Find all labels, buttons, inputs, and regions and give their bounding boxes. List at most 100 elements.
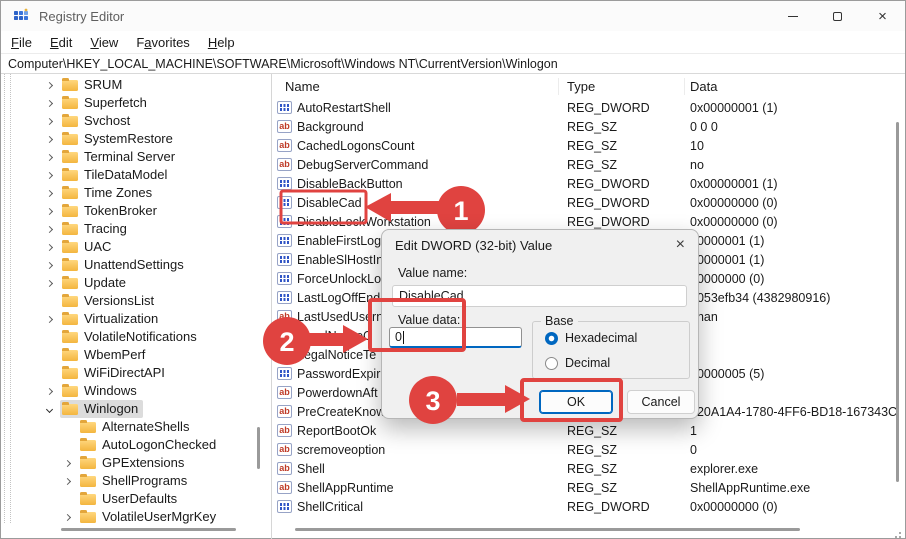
registry-tree-panel: SRUM Superfetch Svchost SystemRestore Te… [1,74,272,539]
menu-item[interactable]: Edit [41,33,81,52]
chevron-icon[interactable] [45,243,54,251]
reg-type-icon [277,367,292,380]
tree-item[interactable]: VolatileUserMgrKey [1,508,271,526]
tree-item[interactable]: UserDefaults [1,490,271,508]
tree-item[interactable]: AutoLogonChecked [1,436,271,454]
tree-item[interactable]: Time Zones [1,184,271,202]
registry-value-row[interactable]: DebugServerCommand REG_SZ no [272,155,905,174]
chevron-icon[interactable] [63,513,72,521]
tree-item-label: VolatileNotifications [84,329,197,344]
chevron-icon[interactable] [45,117,54,125]
tree-item[interactable]: SRUM [1,76,271,94]
chevron-icon[interactable] [63,459,72,467]
value-type: REG_SZ [567,423,618,438]
tree-item-label: Svchost [84,113,131,128]
column-header-data[interactable]: Data [685,78,905,95]
value-name: DebugServerCommand [297,157,429,172]
chevron-icon[interactable] [45,261,54,269]
tree-item[interactable]: Virtualization [1,310,271,328]
chevron-icon[interactable] [45,171,54,179]
value-type: REG_SZ [567,119,618,134]
tree-item[interactable]: Superfetch [1,94,271,112]
value-data: 1 [690,423,697,438]
chevron-icon[interactable] [45,153,54,161]
tree-item[interactable]: TileDataModel [1,166,271,184]
registry-value-row[interactable]: scremoveoption REG_SZ 0 [272,440,905,459]
tree-item[interactable]: UnattendSettings [1,256,271,274]
registry-value-row[interactable]: ReportBootOk REG_SZ 1 [272,421,905,440]
resize-grip[interactable] [899,532,901,534]
chevron-icon[interactable] [45,387,54,395]
tree-item[interactable]: ShellPrograms [1,472,271,490]
tree-item[interactable]: Svchost [1,112,271,130]
chevron-icon[interactable] [45,315,54,323]
registry-value-row[interactable]: ShellAppRuntime REG_SZ ShellAppRuntime.e… [272,478,905,497]
registry-value-row[interactable]: AutoRestartShell REG_DWORD 0x00000001 (1… [272,98,905,117]
reg-type-icon [277,196,292,209]
close-button[interactable]: × [860,1,905,31]
registry-value-row[interactable]: Shell REG_SZ explorer.exe [272,459,905,478]
value-name: DisableCad [297,195,362,210]
chevron-icon[interactable] [45,405,54,413]
tree-item[interactable]: Windows [1,382,271,400]
chevron-icon[interactable] [63,477,72,485]
chevron-icon[interactable] [45,189,54,197]
value-name-field[interactable]: DisableCad [392,285,687,307]
tree-item[interactable]: Terminal Server [1,148,271,166]
tree-item[interactable]: AlternateShells [1,418,271,436]
tree-item[interactable]: Tracing [1,220,271,238]
menu-item[interactable]: Help [199,33,244,52]
chevron-icon[interactable] [45,135,54,143]
tree-item-label: AlternateShells [102,419,190,434]
value-data-input[interactable]: 0 [389,327,522,348]
tree-item[interactable]: Winlogon [1,400,271,418]
ok-button[interactable]: OK [539,390,613,414]
address-bar[interactable]: Computer\HKEY_LOCAL_MACHINE\SOFTWARE\Mic… [1,53,905,74]
dialog-close-icon[interactable]: × [676,236,685,254]
tree-horizontal-scrollbar[interactable] [61,528,236,531]
folder-icon [62,204,78,217]
registry-value-row[interactable]: DisableCad REG_DWORD 0x00000000 (0) [272,193,905,212]
tree-item[interactable]: VolatileNotifications [1,328,271,346]
reg-type-icon [277,234,292,247]
chevron-icon[interactable] [45,225,54,233]
tree-item[interactable]: WbemPerf [1,346,271,364]
registry-value-row[interactable]: Background REG_SZ 0 0 0 [272,117,905,136]
radio-hexadecimal[interactable]: Hexadecimal [545,331,637,345]
registry-value-row[interactable]: ShellCritical REG_DWORD 0x00000000 (0) [272,497,905,516]
reg-type-icon [277,272,292,285]
tree-item[interactable]: GPExtensions [1,454,271,472]
column-header-name[interactable]: Name [272,77,559,95]
cancel-button[interactable]: Cancel [627,390,695,414]
value-name: ShellAppRuntime [297,480,394,495]
menu-item[interactable]: View [81,33,127,52]
chevron-icon[interactable] [45,99,54,107]
menu-bar: File Edit View Favorites Help [1,31,905,53]
radio-decimal[interactable]: Decimal [545,356,610,370]
reg-type-icon [277,253,292,266]
tree-item[interactable]: UAC [1,238,271,256]
registry-value-row[interactable]: DisableBackButton REG_DWORD 0x00000001 (… [272,174,905,193]
reg-type-icon [277,424,292,437]
tree-item[interactable]: VersionsList [1,292,271,310]
value-name: AutoRestartShell [297,100,391,115]
tree-item[interactable]: SystemRestore [1,130,271,148]
list-vertical-scrollbar[interactable] [896,122,899,482]
list-horizontal-scrollbar[interactable] [295,528,800,531]
reg-type-icon [277,500,292,513]
menu-item[interactable]: File [2,33,41,52]
chevron-icon[interactable] [45,81,54,89]
maximize-button[interactable] [815,1,860,31]
registry-value-row[interactable]: CachedLogonsCount REG_SZ 10 [272,136,905,155]
value-data: 00000001 (1) [690,233,765,248]
tree-item[interactable]: Update [1,274,271,292]
tree-item[interactable]: WiFiDirectAPI [1,364,271,382]
folder-icon [62,114,78,127]
menu-item[interactable]: Favorites [127,33,198,52]
chevron-icon[interactable] [45,279,54,287]
column-header-type[interactable]: Type [559,77,685,95]
tree-item[interactable]: TokenBroker [1,202,271,220]
chevron-icon[interactable] [45,207,54,215]
tree-vertical-scrollbar[interactable] [257,427,260,469]
minimize-button[interactable] [770,1,815,31]
